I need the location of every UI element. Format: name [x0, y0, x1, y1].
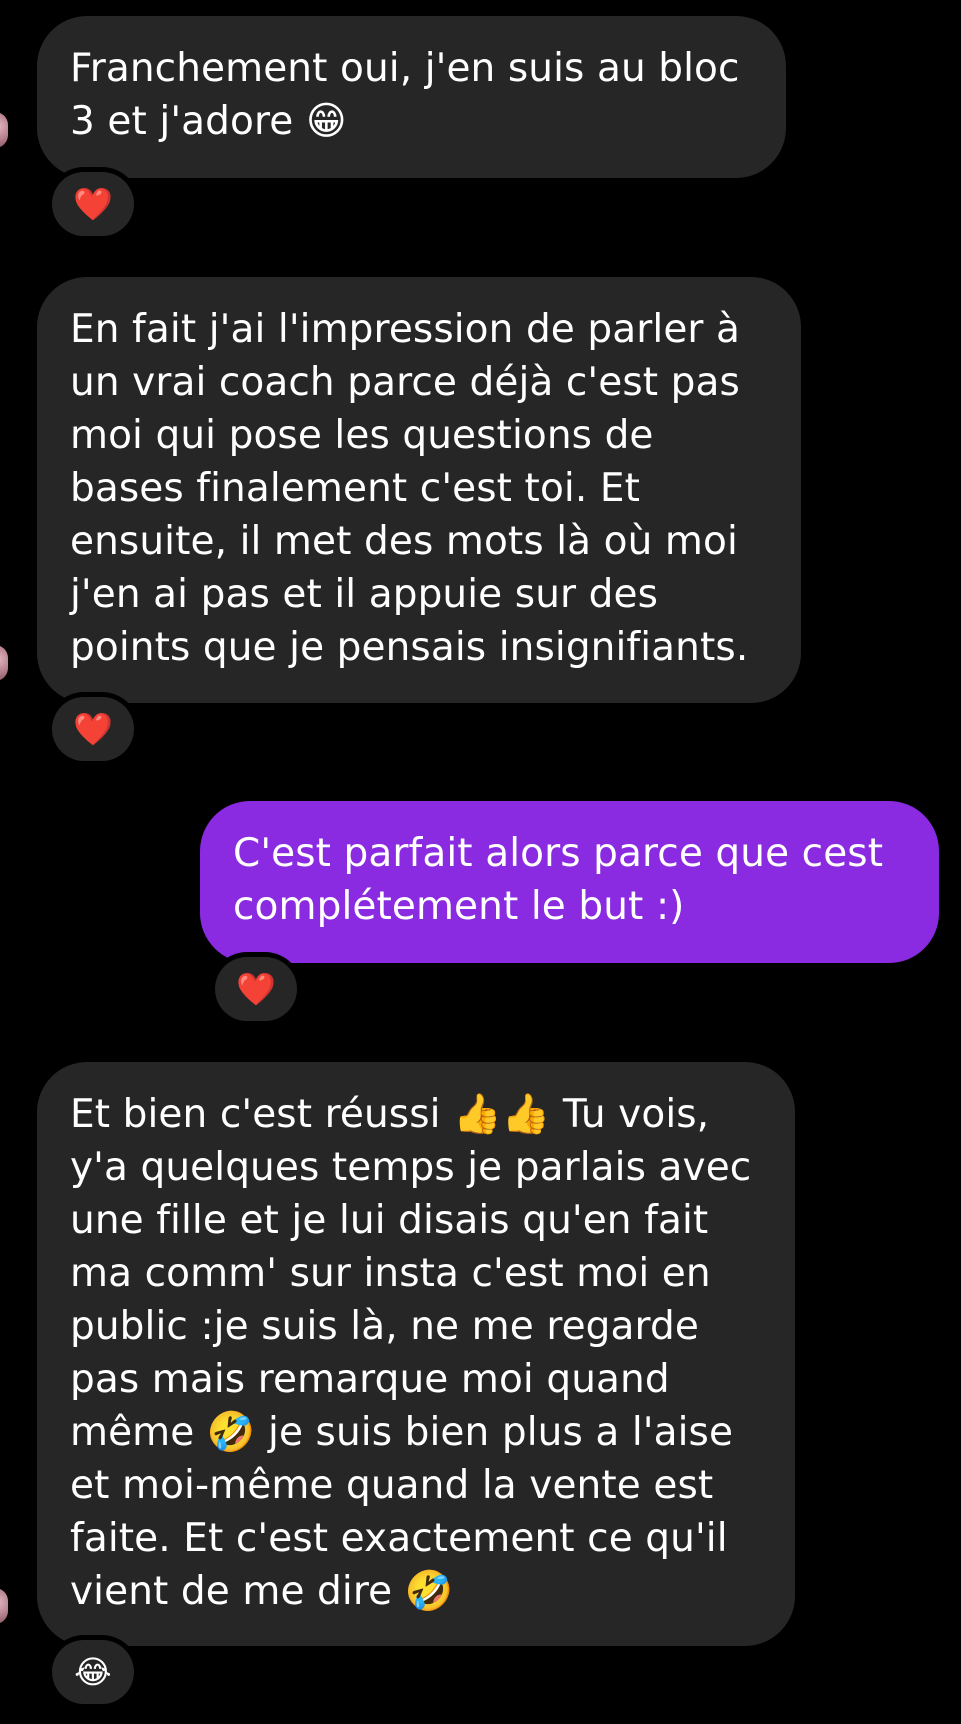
reaction-heart-badge[interactable]: ❤️ — [52, 697, 134, 761]
message-bubble-received[interactable]: En fait j'ai l'impression de parler à un… — [37, 277, 801, 703]
reaction-heart-badge[interactable]: ❤️ — [52, 172, 134, 236]
sender-avatar[interactable] — [0, 645, 8, 681]
reaction-laugh-badge[interactable]: 😂 — [52, 1640, 134, 1704]
message-bubble-sent[interactable]: C'est parfait alors parce que cest compl… — [200, 801, 939, 963]
reaction-heart-badge[interactable]: ❤️ — [215, 957, 297, 1021]
message-bubble-received[interactable]: Franchement oui, j'en suis au bloc 3 et … — [37, 16, 786, 178]
message-bubble-received[interactable]: Et bien c'est réussi 👍👍 Tu vois, y'a que… — [37, 1062, 795, 1646]
sender-avatar[interactable] — [0, 112, 8, 148]
sender-avatar[interactable] — [0, 1588, 8, 1624]
